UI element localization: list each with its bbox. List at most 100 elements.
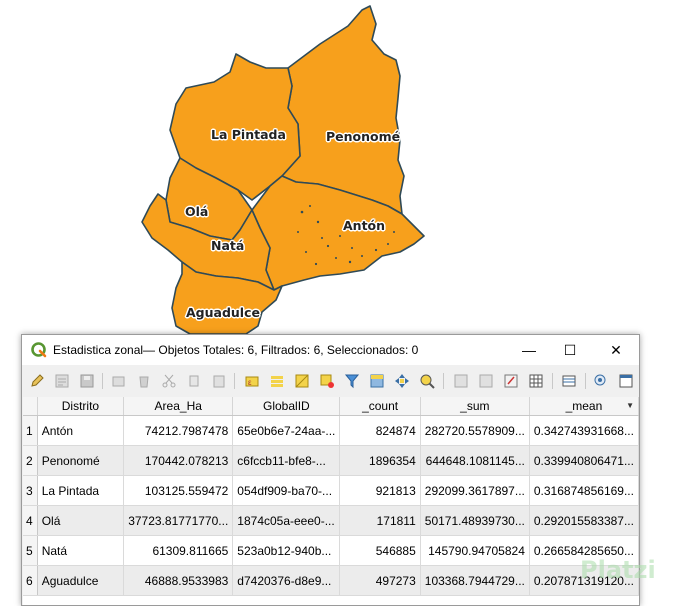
conditional-formatting-button[interactable] <box>527 372 545 390</box>
cell-sum[interactable]: 50171.48939730... <box>420 505 530 536</box>
delete-field-button[interactable] <box>477 372 495 390</box>
table-row[interactable]: 6 Aguadulce 46888.9533983 d7420376-d8e9... 4… <box>23 565 639 596</box>
attribute-table-window[interactable]: Estadistica zonal— Objetos Totales: 6, F… <box>21 334 640 606</box>
column-header-count[interactable]: _count <box>339 397 421 416</box>
delete-icon <box>139 376 149 388</box>
cell-distrito[interactable]: Antón <box>37 415 125 446</box>
invert-selection-icon <box>295 374 309 388</box>
cell-area-ha[interactable]: 103125.559472 <box>123 475 234 506</box>
multi-edit-button[interactable] <box>53 372 71 390</box>
cell-sum[interactable]: 103368.7944729... <box>420 565 530 596</box>
save-edits-button[interactable] <box>78 372 96 390</box>
column-header-sum[interactable]: _sum <box>420 397 530 416</box>
row-header[interactable]: 4 <box>23 505 38 536</box>
corner-header[interactable] <box>23 397 38 416</box>
paste-icon <box>213 375 225 388</box>
cut-icon <box>162 374 176 388</box>
cell-area-ha[interactable]: 74212.7987478 <box>123 415 234 446</box>
cell-globalid[interactable]: 054df909-ba70-... <box>232 475 341 506</box>
cell-distrito[interactable]: Olá <box>37 505 125 536</box>
qgis-logo-icon <box>31 342 47 358</box>
cell-area-ha[interactable]: 46888.9533983 <box>123 565 234 596</box>
cell-mean[interactable]: 0.339940806471... <box>529 445 639 476</box>
cell-globalid[interactable]: c6fccb11-bfe8-... <box>232 445 341 476</box>
table-row[interactable]: 3 La Pintada 103125.559472 054df909-ba70-..… <box>23 475 639 506</box>
row-header[interactable]: 5 <box>23 535 38 566</box>
cell-mean[interactable]: 0.342743931668... <box>529 415 639 446</box>
zoom-to-selection-button[interactable] <box>418 372 436 390</box>
actions-button[interactable] <box>592 372 610 390</box>
minimize-button[interactable]: — <box>506 335 552 365</box>
window-title: Estadistica zonal— Objetos Totales: 6, F… <box>53 343 419 357</box>
delete-feature-button[interactable] <box>135 372 153 390</box>
pan-to-selection-button[interactable] <box>393 372 411 390</box>
cell-distrito[interactable]: La Pintada <box>37 475 125 506</box>
table-row[interactable]: 5 Natá 61309.811665 523a0b12-940b... 546885 1… <box>23 535 639 566</box>
cell-count[interactable]: 497273 <box>339 565 421 596</box>
cell-globalid[interactable]: 65e0b6e7-24aa-... <box>232 415 341 446</box>
table-row[interactable]: 2 Penonomé 170442.078213 c6fccb11-bfe8-... 1… <box>23 445 639 476</box>
cell-area-ha[interactable]: 37723.81771770... <box>123 505 234 536</box>
pan-to-selection-icon <box>395 374 409 388</box>
paste-button[interactable] <box>210 372 228 390</box>
maximize-icon: ☐ <box>563 341 577 358</box>
table-row[interactable]: 4 Olá 37723.81771770... 1874c05a-eee0-... 17… <box>23 505 639 536</box>
close-icon: ✕ <box>610 341 622 358</box>
invert-selection-button[interactable] <box>293 372 311 390</box>
cell-area-ha[interactable]: 170442.078213 <box>123 445 234 476</box>
add-feature-button[interactable] <box>110 372 128 390</box>
row-header[interactable]: 6 <box>23 565 38 596</box>
cell-mean[interactable]: 0.292015583387... <box>529 505 639 536</box>
select-by-expression-button[interactable]: ε <box>243 372 261 390</box>
column-header-mean[interactable]: _mean ▼ <box>529 397 639 416</box>
sort-descending-icon: ▼ <box>626 401 634 410</box>
maximize-button[interactable]: ☐ <box>547 335 593 365</box>
actions-icon <box>594 374 606 386</box>
cell-distrito[interactable]: Penonomé <box>37 445 125 476</box>
new-field-button[interactable] <box>452 372 470 390</box>
deselect-all-button[interactable] <box>318 372 336 390</box>
cell-mean[interactable]: 0.316874856169... <box>529 475 639 506</box>
copy-icon <box>189 375 199 387</box>
table-row[interactable]: 1 Antón 74212.7987478 65e0b6e7-24aa-... 8248… <box>23 415 639 446</box>
window-titlebar[interactable]: Estadistica zonal— Objetos Totales: 6, F… <box>22 335 639 365</box>
map-label-ola: Olá <box>185 204 209 219</box>
cell-globalid[interactable]: d7420376-d8e9... <box>232 565 341 596</box>
toggle-editing-button[interactable] <box>28 372 46 390</box>
cell-sum[interactable]: 644648.1081145... <box>420 445 530 476</box>
row-header[interactable]: 3 <box>23 475 38 506</box>
cell-sum[interactable]: 282720.5578909... <box>420 415 530 446</box>
cell-distrito[interactable]: Aguadulce <box>37 565 125 596</box>
row-header[interactable]: 2 <box>23 445 38 476</box>
pencil-icon <box>31 374 44 387</box>
cell-count[interactable]: 921813 <box>339 475 421 506</box>
cell-count[interactable]: 1896354 <box>339 445 421 476</box>
cell-area-ha[interactable]: 61309.811665 <box>123 535 234 566</box>
cell-sum[interactable]: 145790.94705824 <box>420 535 530 566</box>
column-header-globalid[interactable]: GlobalID <box>232 397 341 416</box>
cell-count[interactable]: 546885 <box>339 535 421 566</box>
form-view-button[interactable] <box>617 372 635 390</box>
column-header-area-ha[interactable]: Area_Ha <box>123 397 234 416</box>
close-button[interactable]: ✕ <box>593 335 639 365</box>
row-header[interactable]: 1 <box>23 415 38 446</box>
dock-table-button[interactable] <box>560 372 578 390</box>
attribute-table-grid[interactable]: Distrito Area_Ha GlobalID _count _sum _m… <box>23 397 639 605</box>
column-header-mean-label: _mean <box>565 399 603 413</box>
filter-button[interactable] <box>343 372 361 390</box>
map-label-la-pintada: La Pintada <box>211 127 286 142</box>
column-header-distrito[interactable]: Distrito <box>37 397 125 416</box>
cell-distrito[interactable]: Natá <box>37 535 125 566</box>
copy-button[interactable] <box>185 372 203 390</box>
cut-button[interactable] <box>160 372 178 390</box>
cell-globalid[interactable]: 523a0b12-940b... <box>232 535 341 566</box>
map-label-aguadulce: Aguadulce <box>186 305 260 320</box>
cell-sum[interactable]: 292099.3617897... <box>420 475 530 506</box>
cell-count[interactable]: 824874 <box>339 415 421 446</box>
map-label-anton: Antón <box>343 218 386 233</box>
select-all-button[interactable] <box>268 372 286 390</box>
cell-globalid[interactable]: 1874c05a-eee0-... <box>232 505 341 536</box>
field-calculator-button[interactable] <box>502 372 520 390</box>
cell-count[interactable]: 171811 <box>339 505 421 536</box>
move-selection-to-top-button[interactable] <box>368 372 386 390</box>
